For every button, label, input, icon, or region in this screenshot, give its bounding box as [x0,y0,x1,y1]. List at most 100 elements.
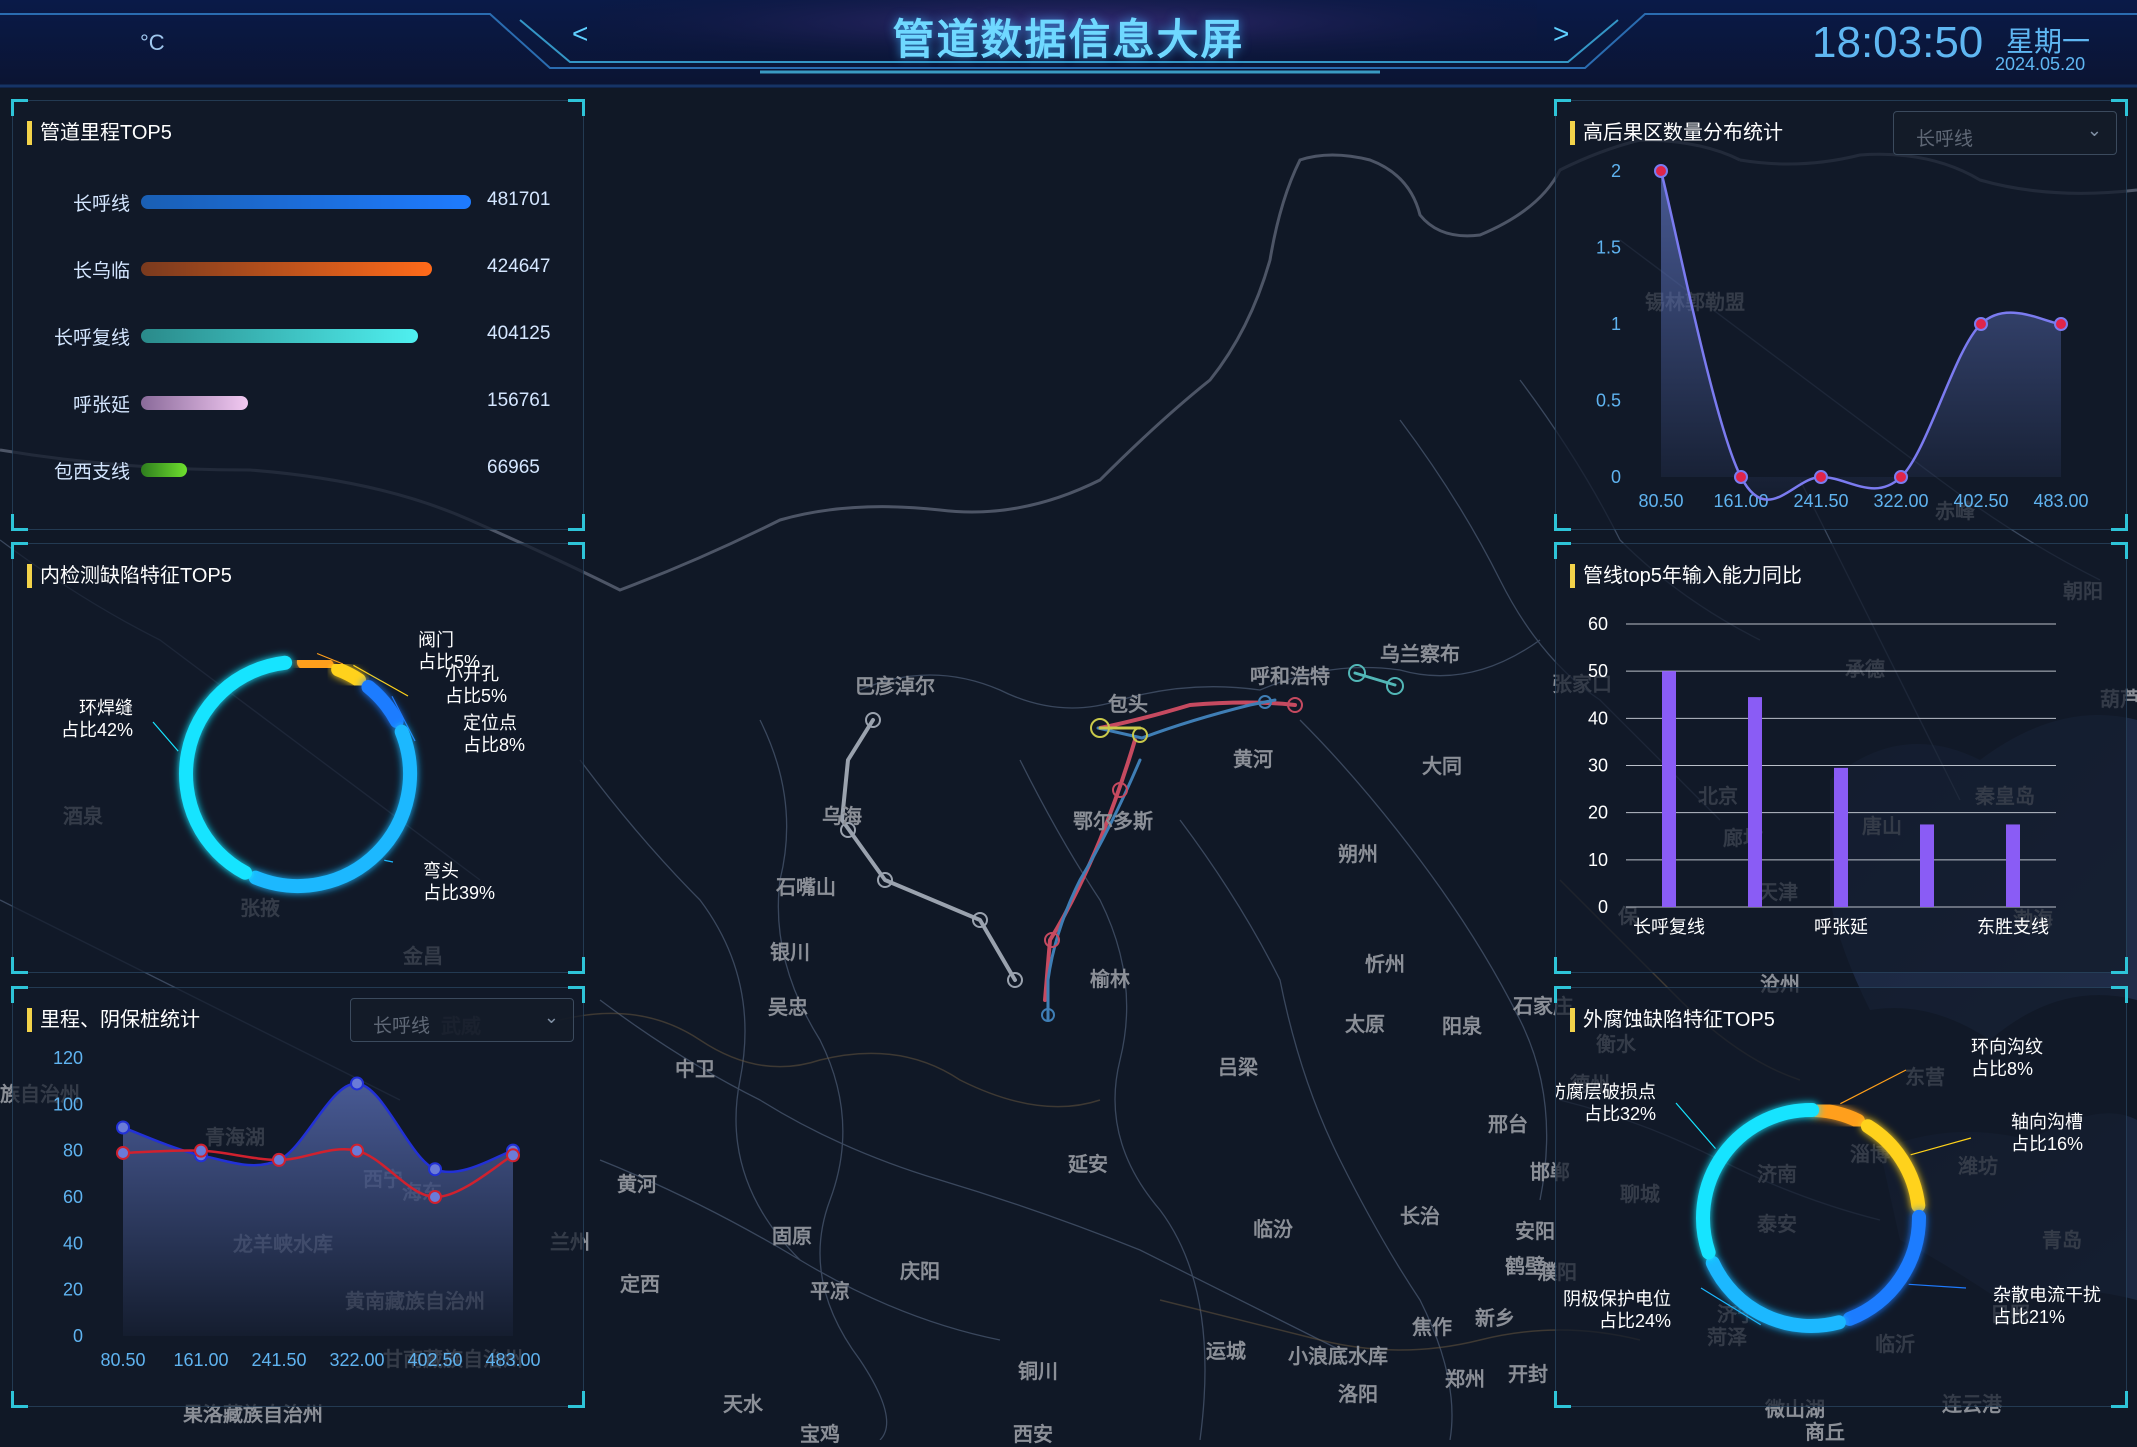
x-tick-label: 322.00 [329,1350,384,1370]
mileage-bar-row[interactable]: 长乌临 424647 [13,254,585,284]
donut-slice[interactable] [179,655,293,880]
bar[interactable] [1834,767,1848,907]
slice-percent: 占比16% [2011,1134,2083,1154]
slice-name: 阀门 [418,630,454,650]
panel-hca-distribution: 高后果区数量分布统计 长呼线 ⌄ 0 0.5 1 1.5 2 80.50 161.00 241… [1554,99,2128,531]
leader-line [1675,1102,1716,1150]
x-tick-label: 322.00 [1873,491,1928,511]
header-bar: °C < 管道数据信息大屏 > 18:03:50 星期一 2024.05.20 [0,0,2137,92]
series-area [1661,171,2061,500]
slice-name: 防腐层破损点 [1556,1082,1656,1102]
map-label: 郑州 [1445,1369,1485,1391]
data-point[interactable] [1814,470,1828,484]
y-tick-label: 0 [1611,467,1621,487]
y-tick-label: 40 [1588,708,1608,728]
hca-line-chart[interactable]: 00.511.5280.50 161.00 241.50 322.00 402.50 48… [1556,101,2128,531]
x-tick-label: 241.50 [251,1350,306,1370]
mileage-bar-row[interactable]: 呼张延 156761 [13,388,585,418]
bar[interactable] [2006,824,2020,907]
map-label: 小浪底水库 [1288,1346,1388,1368]
map-label: 乌海 [822,806,862,828]
bar[interactable] [1920,824,1934,907]
y-tick-label: 0 [73,1326,83,1346]
bar[interactable] [1748,697,1762,907]
data-point[interactable] [272,1152,286,1167]
data-point[interactable] [2054,317,2068,331]
y-tick-label: 1.5 [1596,238,1621,258]
slice-name: 环向沟纹 [1971,1037,2043,1057]
x-tick-label: 402.50 [1953,491,2008,511]
donut-slice[interactable] [1842,1209,1926,1326]
donut-slice[interactable] [1860,1119,1926,1213]
mileage-bar-row[interactable]: 包西支线 66965 [13,455,585,485]
y-tick-label: 50 [1588,661,1608,681]
x-tick-label: 80.50 [100,1350,145,1370]
map-label: 焦作 [1412,1317,1452,1339]
map-label: 黄河 [617,1174,657,1196]
map-label: 安阳 [1515,1221,1555,1243]
data-point[interactable] [1734,470,1748,484]
clock-time: 18:03:50 [1812,18,1984,67]
data-point[interactable] [350,1076,364,1091]
leader-line [384,859,394,863]
y-tick-label: 10 [1588,850,1608,870]
map-label: 榆林 [1090,969,1130,991]
mileage-bar-row[interactable]: 长呼复线 404125 [13,321,585,351]
data-point[interactable] [428,1162,442,1177]
y-tick-label: 1 [1611,314,1621,334]
y-tick-label: 100 [53,1094,83,1114]
map-label: 临汾 [1253,1219,1293,1241]
map-label: 包头 [1108,694,1148,716]
next-arrow-button[interactable]: > [1553,18,1569,50]
internal-defects-donut-chart[interactable]: 阀门占比5%小开孔占比5%定位点占比8%弯头占比39%环焊缝占比42% [13,544,585,974]
bar-label: 呼张延 [72,395,130,416]
bar-fill [141,396,248,410]
mileage-bar-row[interactable]: 长呼线 481701 [13,187,585,217]
map-label: 延安 [1068,1154,1108,1176]
donut-slice[interactable] [361,679,404,729]
slice-name: 杂散电流干扰 [1993,1285,2101,1305]
data-point[interactable] [506,1148,520,1163]
mileage-cp-line-chart[interactable]: 0 20 40 60 80 100 120 80.50 161.00 241.50 322.00 40… [13,988,585,1408]
map-label: 吴忠 [768,997,808,1019]
slice-name: 阴极保护电位 [1563,1289,1671,1309]
data-point[interactable] [350,1143,364,1158]
map-label: 开封 [1508,1364,1548,1386]
x-tick-label: 80.50 [1638,491,1683,511]
y-tick-label: 120 [53,1048,83,1068]
x-tick-label: 483.00 [2033,491,2088,511]
x-tick-label: 呼张延 [1814,917,1868,937]
bar-fill [141,195,471,209]
bar[interactable] [1662,671,1676,907]
panel-corner [11,99,28,116]
data-point[interactable] [116,1145,130,1160]
leader-line [1910,1137,1972,1156]
y-tick-label: 0.5 [1596,391,1621,411]
map-label: 银川 [770,942,810,964]
data-point[interactable] [1894,470,1908,484]
donut-slice[interactable] [331,662,366,688]
donut-slice[interactable] [1705,1255,1846,1333]
map-label: 商丘 [1805,1422,1845,1444]
donut-slice[interactable] [248,724,417,893]
external-defects-donut-chart[interactable]: 环向沟纹占比8% 轴向沟槽占比16% 杂散电流干扰占比21% 阴极保护电位占比24% 防… [1556,988,2128,1408]
map-label: 宝鸡 [800,1424,840,1446]
bar-fill [141,329,418,343]
data-point[interactable] [1654,164,1668,178]
y-tick-label: 30 [1588,756,1608,776]
bar-fill [141,262,432,276]
data-point[interactable] [1974,317,1988,331]
donut-slice[interactable] [1809,1103,1866,1128]
map-label: 鄂尔多斯 [1073,811,1153,833]
data-point[interactable] [116,1120,130,1135]
map-label: 朔州 [1338,844,1378,866]
slice-percent: 占比24% [1599,1311,1671,1331]
data-point[interactable] [194,1143,208,1158]
data-point[interactable] [428,1190,442,1204]
x-tick-label: 483.00 [485,1350,540,1370]
input-capacity-bar-chart[interactable]: 0 10 20 30 40 50 60 长呼复线 呼张延 东胜支线 [1556,544,2128,974]
donut-slice[interactable] [296,655,334,673]
map-label: 邢台 [1488,1114,1528,1136]
slice-percent: 占比39% [423,883,495,903]
donut-slice[interactable] [1696,1103,1820,1260]
